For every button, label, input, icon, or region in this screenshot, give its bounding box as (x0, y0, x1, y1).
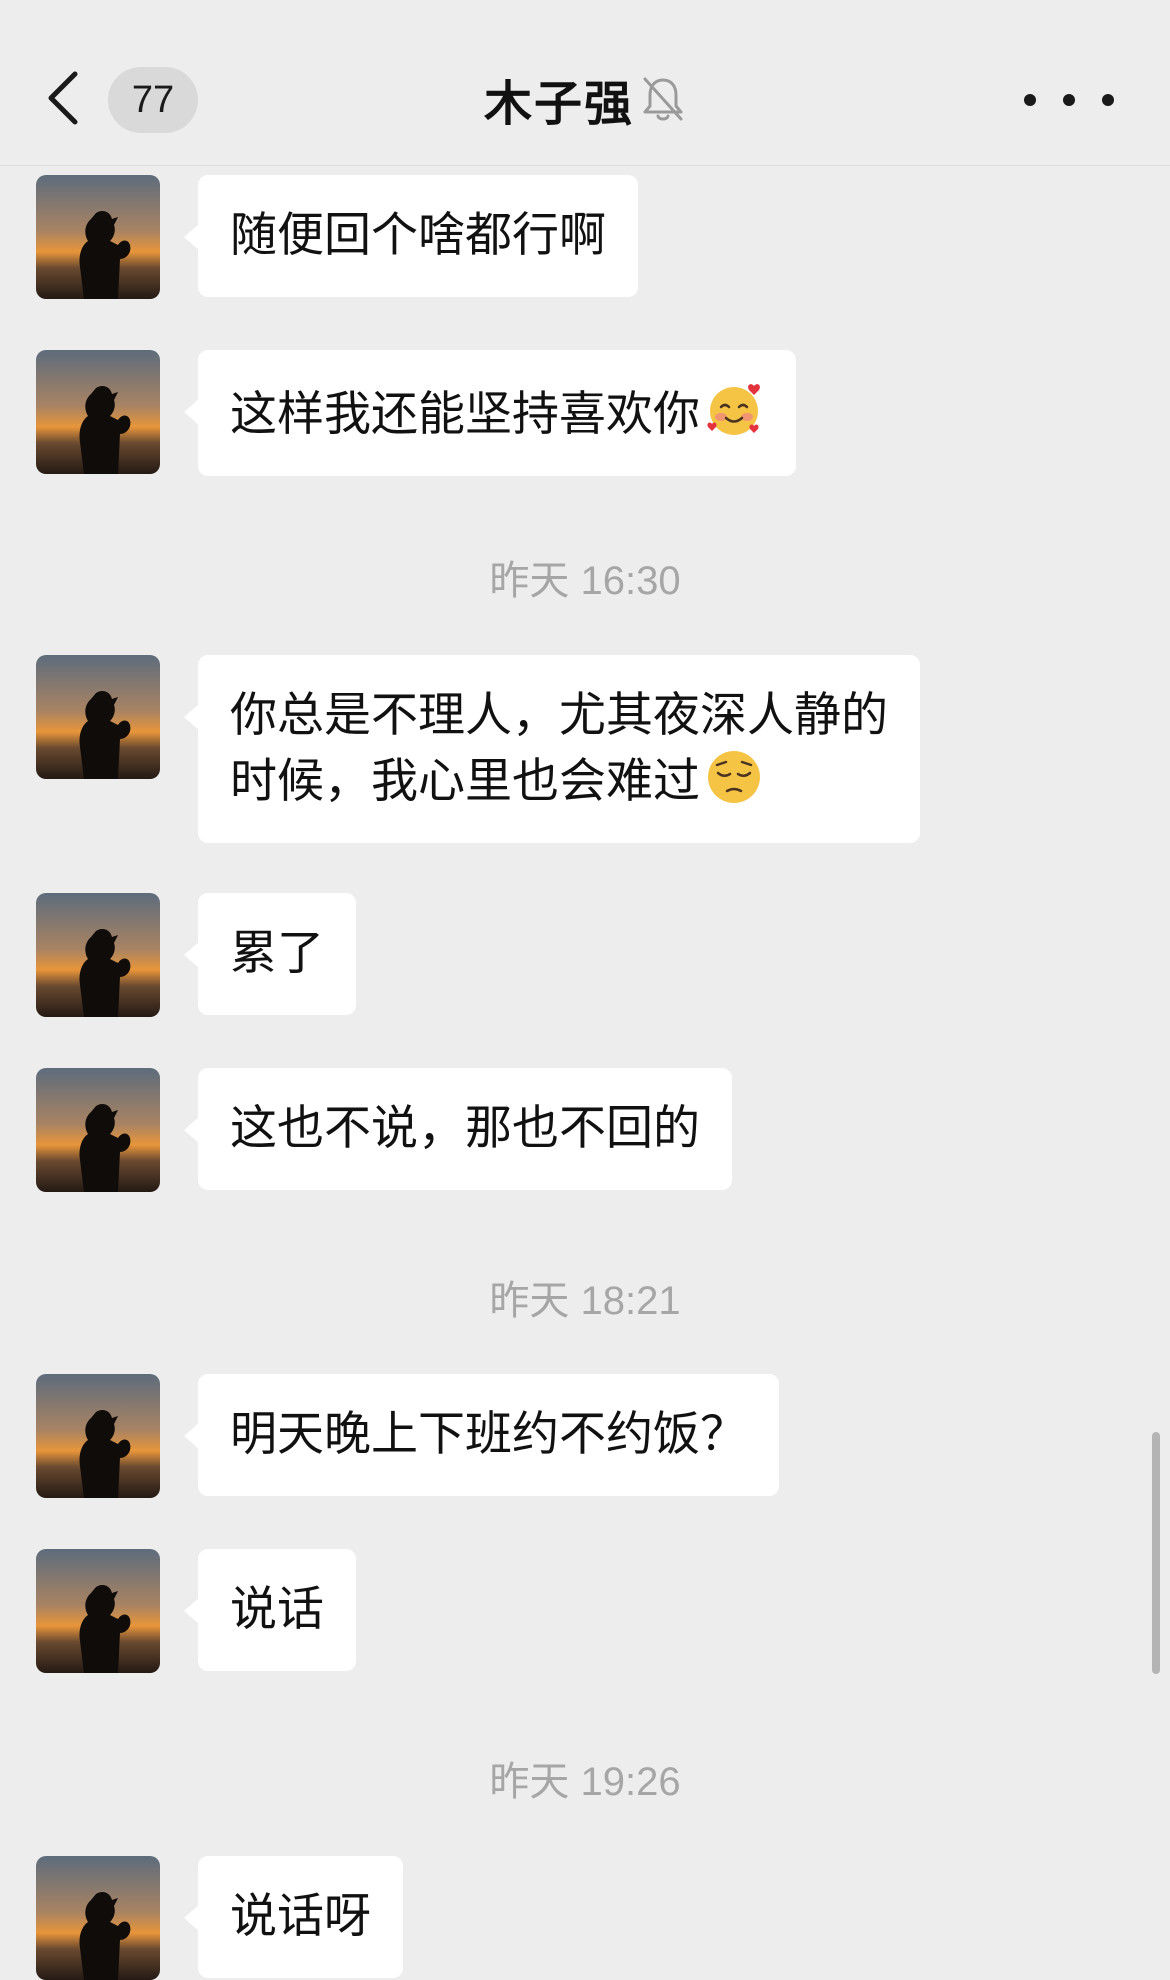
bell-slash-icon (640, 74, 686, 124)
message-bubble[interactable]: 你总是不理人，尤其夜深人静的 时候，我心里也会难过 (184, 655, 920, 843)
message-row: 你总是不理人，尤其夜深人静的 时候，我心里也会难过 (36, 655, 920, 843)
timestamp: 昨天 16:30 (489, 559, 681, 603)
message-bubble[interactable]: 说话呀 (184, 1856, 403, 1978)
back-button[interactable] (40, 66, 84, 130)
sunset-silhouette-avatar (36, 350, 160, 474)
chevron-left-icon (48, 71, 78, 125)
message-row: 这样我还能坚持喜欢你 (36, 350, 796, 476)
contact-avatar[interactable] (36, 175, 160, 299)
message-text: 这也不说，那也不回的 (230, 1101, 700, 1156)
message-bubble[interactable]: 随便回个啥都行啊 (184, 175, 638, 297)
sunset-silhouette-avatar (36, 1856, 160, 1980)
message-text: 累了 (230, 926, 324, 981)
message-text: 说话 (230, 1582, 324, 1637)
contact-avatar[interactable] (36, 655, 160, 779)
message-bubble[interactable]: 这也不说，那也不回的 (184, 1068, 732, 1190)
sunset-silhouette-avatar (36, 1068, 160, 1192)
ellipsis-dot (1024, 94, 1036, 106)
contact-avatar[interactable] (36, 1856, 160, 1980)
message-text: 随便回个啥都行啊 (230, 208, 606, 263)
smiling-face-with-hearts-icon (707, 384, 760, 435)
unread-count-badge[interactable]: 77 (108, 67, 198, 133)
message-bubble[interactable]: 这样我还能坚持喜欢你 (184, 350, 796, 476)
scrollbar-thumb[interactable] (1152, 1432, 1160, 1674)
contact-avatar[interactable] (36, 893, 160, 1017)
message-bubble[interactable]: 累了 (184, 893, 356, 1015)
message-text-line: 时候，我心里也会难过 (230, 754, 700, 809)
pensive-face-icon (708, 751, 760, 803)
message-row: 随便回个啥都行啊 (36, 175, 638, 299)
contact-avatar[interactable] (36, 1374, 160, 1498)
message-row: 这也不说，那也不回的 (36, 1068, 732, 1192)
message-text: 这样我还能坚持喜欢你 (230, 387, 700, 442)
message-text-line: 你总是不理人，尤其夜深人静的 (230, 688, 888, 743)
timestamp: 昨天 18:21 (489, 1279, 681, 1323)
sunset-silhouette-avatar (36, 655, 160, 779)
message-row: 说话 (36, 1549, 356, 1673)
sunset-silhouette-avatar (36, 1374, 160, 1498)
message-row: 说话呀 (36, 1856, 403, 1980)
sunset-silhouette-avatar (36, 893, 160, 1017)
chat-header: 77 木子强 (0, 0, 1170, 166)
message-bubble[interactable]: 明天晚上下班约不约饭？ (184, 1374, 779, 1496)
timestamp: 昨天 19:26 (489, 1760, 681, 1804)
more-options-button[interactable] (1024, 80, 1114, 120)
chat-title: 木子强 (483, 76, 634, 132)
message-row: 明天晚上下班约不约饭？ (36, 1374, 779, 1498)
sunset-silhouette-avatar (36, 175, 160, 299)
sunset-silhouette-avatar (36, 1549, 160, 1673)
ellipsis-dot (1102, 94, 1114, 106)
message-bubble[interactable]: 说话 (184, 1549, 356, 1671)
contact-avatar[interactable] (36, 1068, 160, 1192)
message-row: 累了 (36, 893, 356, 1017)
message-text: 明天晚上下班约不约饭？ (230, 1407, 747, 1462)
contact-avatar[interactable] (36, 1549, 160, 1673)
ellipsis-dot (1063, 94, 1075, 106)
message-text: 说话呀 (230, 1889, 371, 1944)
contact-avatar[interactable] (36, 350, 160, 474)
